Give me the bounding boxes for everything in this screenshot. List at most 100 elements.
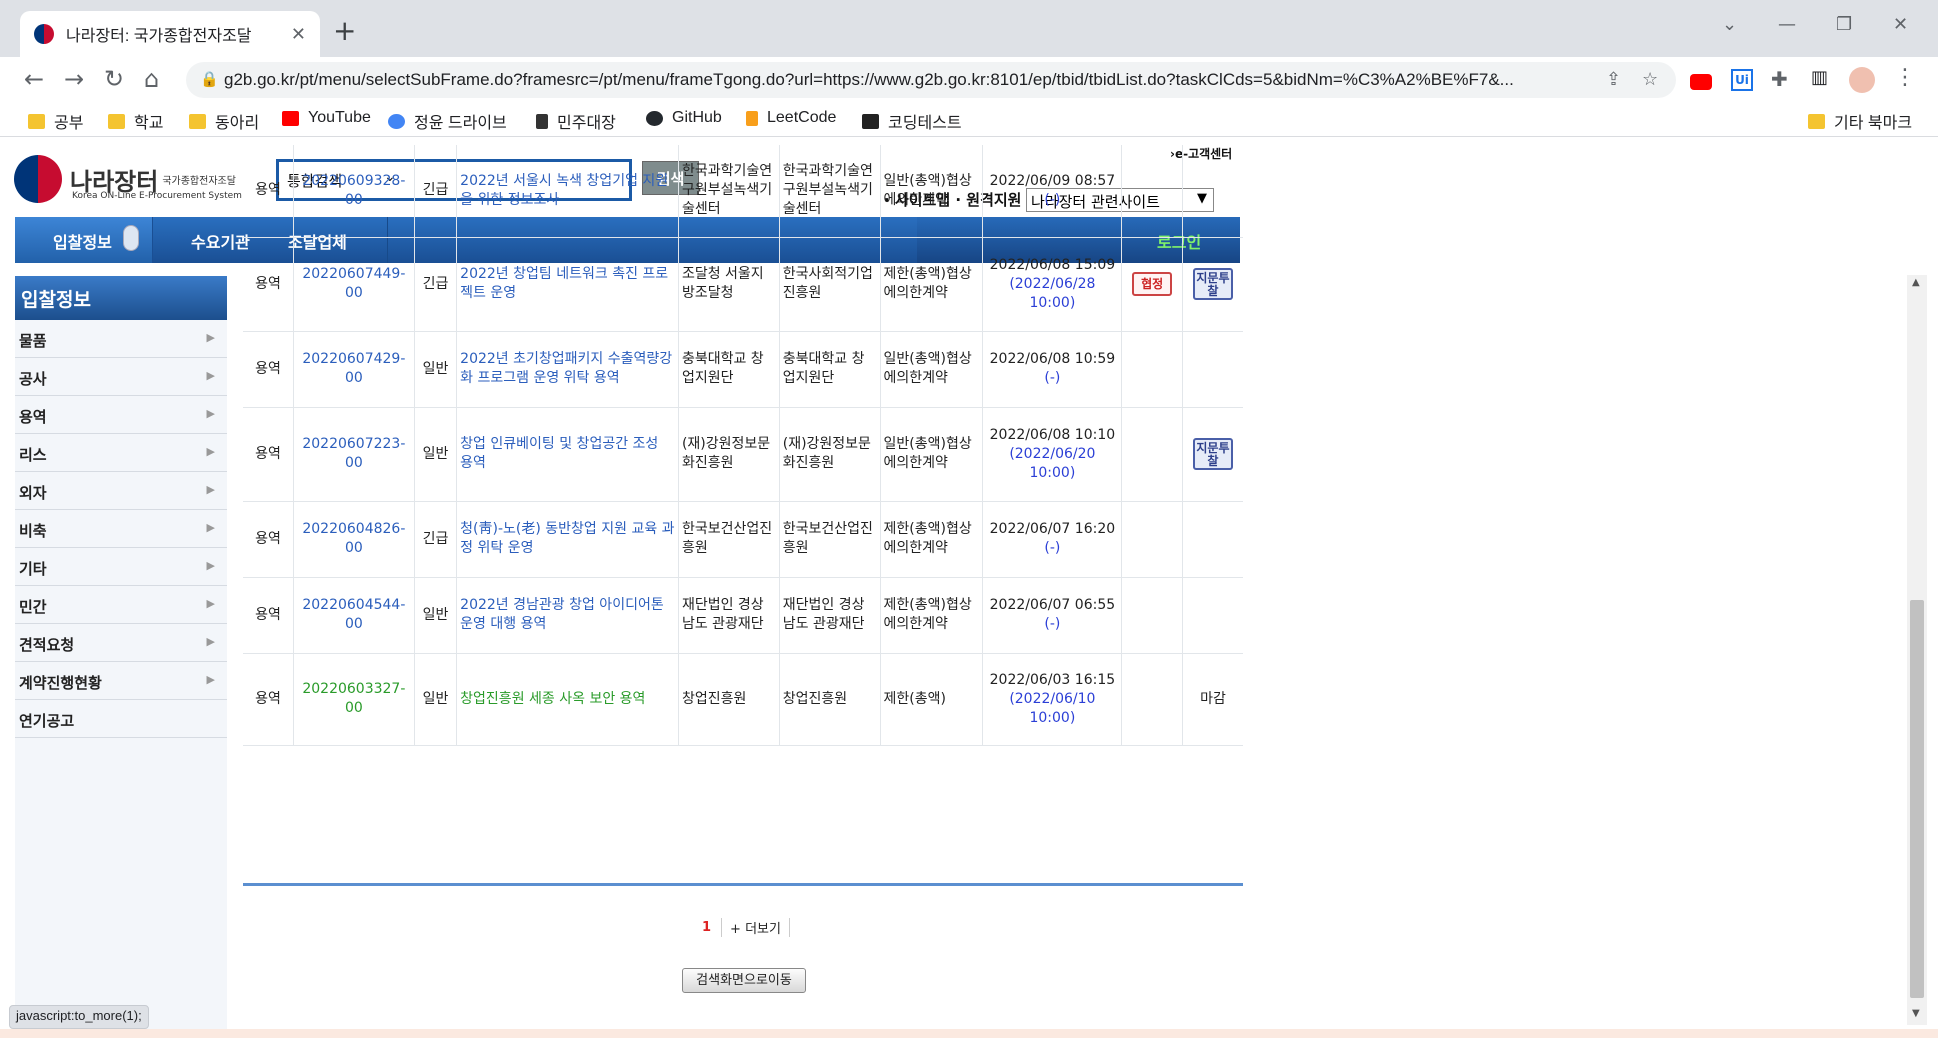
left-nav-item-etc[interactable]: 기타 ▶ [15,548,227,586]
restore-icon[interactable]: ❐ [1836,14,1852,35]
bookmark-github[interactable]: GitHub [646,109,722,127]
youtube-extension-icon[interactable] [1690,74,1712,90]
announcing-agency: (재)강원정보문화진흥원 [678,407,780,502]
closed-status: 마감 [1182,653,1243,746]
scroll-up-icon[interactable]: ▲ [1912,277,1920,288]
contract-method: 제한(총액)협상에의한계약 [880,237,984,332]
home-icon[interactable]: ⌂ [144,65,159,93]
back-icon[interactable]: ← [24,65,44,93]
bookmark-study[interactable]: 공부 [28,109,83,133]
goto-search-button[interactable]: 검색화면으로이동 [682,968,806,993]
bookmark-school[interactable]: 학교 [108,109,163,133]
chevron-right-icon: ▶ [206,483,215,496]
window-close-icon[interactable]: ✕ [1893,14,1908,35]
left-nav-item-service[interactable]: 용역 ▶ [15,396,227,434]
nav-demand-agency[interactable]: 수요기관 [191,229,250,253]
minimize-icon[interactable]: — [1778,14,1796,35]
g2b-favicon-icon [34,24,54,44]
share-icon[interactable]: ⇪ [1606,69,1621,90]
bid-deadline: (-) [1044,616,1061,632]
fingerprint-bid-badge[interactable]: 지문투찰 [1192,267,1233,300]
bid-title-link[interactable]: 창업 인큐베이팅 및 창업공간 조성 용역 [456,407,679,502]
left-nav-item-postponed[interactable]: 연기공고 [15,700,227,738]
announcing-agency: 창업진흥원 [678,653,780,746]
codingtest-icon [862,113,879,129]
scroll-thumb[interactable] [1910,600,1924,998]
contract-method: 일반(총액)협상에의한계약 [880,331,984,408]
bid-number-link[interactable]: 20220604544-00 [293,577,415,654]
bookmark-minju[interactable]: 민주대장 [536,109,616,133]
left-nav-item-contract-status[interactable]: 계약진행현황 ▶ [15,662,227,700]
lock-icon[interactable]: 🔒 [200,70,219,88]
bid-number-link[interactable]: 20220603327-00 [293,653,415,746]
bookmark-club[interactable]: 동아리 [189,109,259,133]
tab-title: 나라장터: 국가종합전자조달 [66,28,252,45]
agreement-badge[interactable]: 협정 [1132,272,1173,296]
announcing-agency: 조달청 서울지방조달청 [678,237,780,332]
badge-cell [1182,501,1243,578]
bid-number-link[interactable]: 20220607223-00 [293,407,415,502]
left-nav-item-stockpile[interactable]: 비축 ▶ [15,510,227,548]
bid-number-link[interactable]: 20220607449-00 [293,237,415,332]
g2b-logo[interactable]: 나라장터 국가종합전자조달 Korea ON-Line E-Procuremen… [14,155,242,203]
bid-title-link[interactable]: 2022년 초기창업패키지 수출역량강화 프로그램 운영 위탁 용역 [456,331,679,408]
reload-icon[interactable]: ↻ [104,65,124,93]
profile-avatar[interactable] [1849,67,1875,93]
chrome-menu-icon[interactable]: ⋮ [1894,65,1916,90]
side-panel-icon[interactable]: ▥ [1811,67,1828,88]
nav-bid-info[interactable]: 입찰정보 [53,229,112,253]
chevron-right-icon: ▶ [206,559,215,572]
bookmark-other[interactable]: 기타 북마크 [1808,109,1912,133]
scroll-down-icon[interactable]: ▼ [1912,1008,1920,1019]
bookmark-youtube[interactable]: YouTube [282,109,371,127]
left-nav-item-lease[interactable]: 리스 ▶ [15,434,227,472]
tab-close-icon[interactable]: ✕ [291,24,306,45]
bid-title-link[interactable]: 청(靑)-노(老) 동반창업 지원 교육 과정 위탁 운영 [456,501,679,578]
bid-title-link[interactable]: 창업진흥원 세종 사옥 보안 용역 [456,653,679,746]
extensions-puzzle-icon[interactable]: ✚ [1771,67,1788,91]
bid-title-link[interactable]: 2022년 창업팀 네트워크 촉진 프로젝트 운영 [456,237,679,332]
left-nav-item-goods[interactable]: 물품 ▶ [15,320,227,358]
badge-cell [1182,145,1243,238]
more-button[interactable]: + 더보기 [721,918,790,937]
bid-title-link[interactable]: 2022년 경남관광 창업 아이디어톤 운영 대행 용역 [456,577,679,654]
badge-cell [1121,653,1183,746]
chevron-right-icon: ▶ [206,407,215,420]
badge-cell: 지문투찰 [1182,237,1243,332]
chevron-right-icon: ▶ [206,331,215,344]
left-nav-item-private[interactable]: 민간 ▶ [15,586,227,624]
browser-tab[interactable]: 나라장터: 국가종합전자조달 ✕ [20,11,320,57]
bid-table: 용역 20220609328-00 긴급 2022년 서울시 녹색 창업기업 지… [243,145,1243,746]
pagination: 1 + 더보기 [692,918,790,937]
bookmark-codingtest[interactable]: 코딩테스트 [862,109,962,133]
bookmark-leetcode[interactable]: LeetCode [746,109,836,127]
bid-date: 2022/06/08 10:59 (-) [982,331,1123,408]
url-text[interactable]: g2b.go.kr/pt/menu/selectSubFrame.do?fram… [224,70,1584,90]
bid-kind: 긴급 [414,237,458,332]
bid-number-link[interactable]: 20220604826-00 [293,501,415,578]
badge-cell [1121,331,1183,408]
tab-search-icon[interactable]: ⌄ [1722,14,1737,35]
forward-icon[interactable]: → [64,65,84,93]
left-nav-item-quote[interactable]: 견적요청 ▶ [15,624,227,662]
bid-date: 2022/06/03 16:15 (2022/06/10 10:00) [982,653,1123,746]
left-nav-title: 입찰정보 [15,276,227,320]
bookmark-drive[interactable]: 정윤 드라이브 [388,109,507,133]
badge-cell: 지문투찰 [1182,407,1243,502]
left-nav-item-construction[interactable]: 공사 ▶ [15,358,227,396]
chevron-right-icon: ▶ [206,597,215,610]
left-nav-item-foreign[interactable]: 외자 ▶ [15,472,227,510]
page-number[interactable]: 1 [702,920,711,935]
demand-agency: 한국과학기술연구원부설녹색기술센터 [779,145,881,238]
bid-number-link[interactable]: 20220607429-00 [293,331,415,408]
address-bar[interactable]: 🔒 g2b.go.kr/pt/menu/selectSubFrame.do?fr… [186,62,1676,98]
fingerprint-bid-badge[interactable]: 지문투찰 [1192,437,1233,470]
ui-extension-icon[interactable]: Ui [1731,69,1753,91]
page-scrollbar[interactable]: ▲ ▼ [1907,275,1927,1025]
new-tab-icon[interactable]: + [333,16,356,46]
bid-title-link[interactable]: 2022년 서울시 녹색 창업기업 지원을 위한 정보조사 [456,145,679,238]
chevron-right-icon: ▶ [206,521,215,534]
bookmark-star-icon[interactable]: ☆ [1642,69,1658,90]
bid-number-link[interactable]: 20220609328-00 [293,145,415,238]
contract-method: 제한(총액) [880,653,984,746]
